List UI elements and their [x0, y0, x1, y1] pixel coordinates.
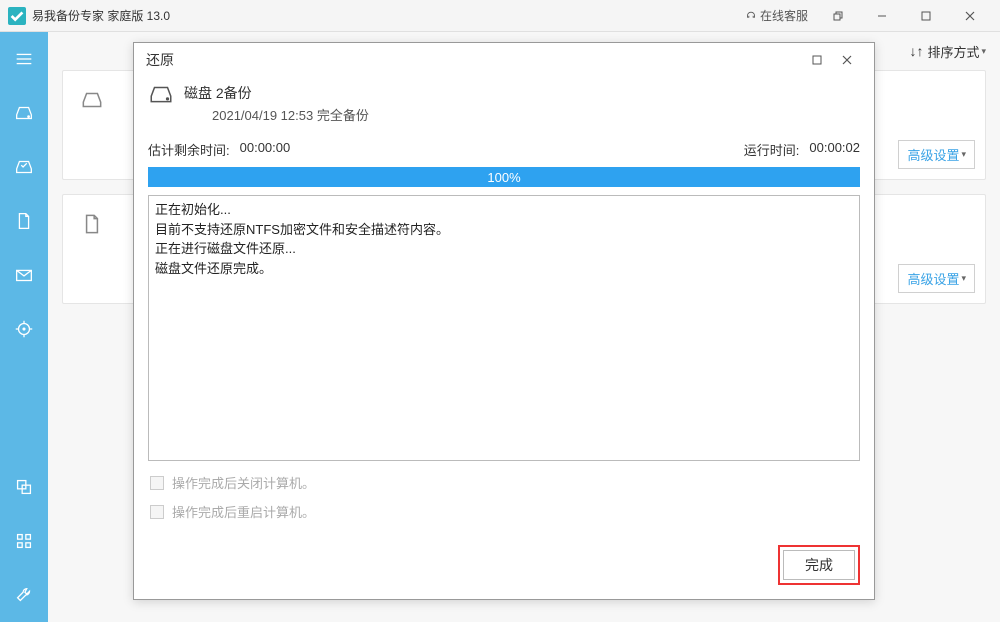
sidebar-item-clone[interactable]: [0, 460, 48, 514]
file-icon: [79, 211, 105, 237]
chevron-down-icon: ▾: [961, 149, 966, 160]
sidebar-item-mail[interactable]: [0, 248, 48, 302]
app-logo: [8, 7, 26, 25]
disk-icon: [13, 102, 35, 124]
sidebar-item-target[interactable]: [0, 302, 48, 356]
chevron-down-icon: ▾: [981, 46, 986, 57]
sidebar-item-settings[interactable]: [0, 568, 48, 622]
sort-dropdown[interactable]: ↓↑ 排序方式 ▾: [909, 42, 986, 61]
grid-icon: [13, 530, 35, 552]
est-label: 估计剩余时间:: [148, 140, 230, 159]
disk-icon: [148, 83, 174, 105]
modal-titlebar: 还原: [134, 43, 874, 77]
chevron-down-icon: ▾: [961, 273, 966, 284]
window-minimize-button[interactable]: [860, 0, 904, 32]
app-titlebar: 易我备份专家 家庭版 13.0 在线客服: [0, 0, 1000, 32]
finish-highlight: 完成: [778, 545, 860, 585]
online-service-button[interactable]: 在线客服: [738, 0, 816, 32]
run-value: 00:00:02: [809, 140, 860, 159]
est-value: 00:00:00: [240, 140, 291, 159]
modal-footer: 完成: [134, 537, 874, 599]
hamburger-icon: [13, 48, 35, 70]
log-line: 正在进行磁盘文件还原...: [155, 239, 853, 259]
log-box: 正在初始化... 目前不支持还原NTFS加密文件和安全描述符内容。 正在进行磁盘…: [148, 195, 860, 461]
target-icon: [13, 318, 35, 340]
window-maximize-button[interactable]: [904, 0, 948, 32]
window-close-button[interactable]: [948, 0, 992, 32]
modal-maximize-button[interactable]: [802, 45, 832, 75]
mail-icon: [13, 264, 35, 286]
options: 操作完成后关闭计算机。 操作完成后重启计算机。: [134, 461, 874, 537]
advanced-settings-button[interactable]: 高级设置 ▾: [898, 140, 975, 169]
sidebar: [0, 32, 48, 622]
time-row: 估计剩余时间: 00:00:00 运行时间: 00:00:02: [134, 134, 874, 163]
app-title: 易我备份专家 家庭版 13.0: [32, 7, 170, 24]
progress-bar: 100%: [148, 167, 860, 187]
checkbox-icon: [150, 476, 164, 490]
clone-icon: [13, 476, 35, 498]
sidebar-item-tools[interactable]: [0, 514, 48, 568]
disk-icon: [79, 87, 105, 113]
job-subtitle: 2021/04/19 12:53 完全备份: [212, 105, 369, 124]
wrench-icon: [13, 584, 35, 606]
sort-icon: ↓↑: [909, 43, 923, 59]
checkbox-icon: [150, 505, 164, 519]
log-line: 目前不支持还原NTFS加密文件和安全描述符内容。: [155, 220, 853, 240]
finish-button[interactable]: 完成: [783, 550, 855, 580]
run-label: 运行时间:: [744, 140, 800, 159]
headset-icon: [746, 9, 756, 23]
sidebar-item-file[interactable]: [0, 194, 48, 248]
check-shutdown[interactable]: 操作完成后关闭计算机。: [150, 473, 858, 492]
sidebar-item-disk[interactable]: [0, 86, 48, 140]
job-title: 磁盘 2备份: [184, 83, 369, 103]
system-icon: [13, 156, 35, 178]
modal-close-button[interactable]: [832, 45, 862, 75]
check-restart[interactable]: 操作完成后重启计算机。: [150, 502, 858, 521]
log-line: 磁盘文件还原完成。: [155, 259, 853, 279]
modal-title: 还原: [146, 50, 174, 70]
sidebar-item-menu[interactable]: [0, 32, 48, 86]
advanced-settings-button[interactable]: 高级设置 ▾: [898, 264, 975, 293]
modal-header: 磁盘 2备份 2021/04/19 12:53 完全备份: [134, 77, 874, 134]
file-icon: [13, 210, 35, 232]
window-restore-button[interactable]: [816, 0, 860, 32]
restore-modal: 还原 磁盘 2备份 2021/04/19 12:53 完全备份 估计剩余时间: …: [133, 42, 875, 600]
log-line: 正在初始化...: [155, 200, 853, 220]
sidebar-item-system[interactable]: [0, 140, 48, 194]
